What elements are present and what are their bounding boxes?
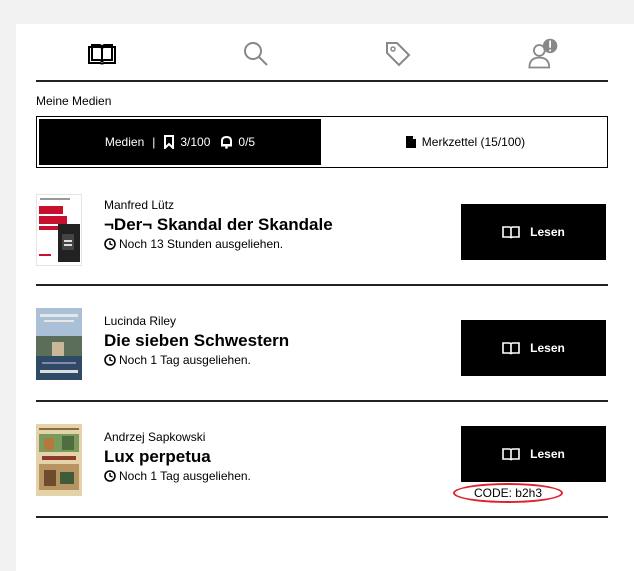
book-cover[interactable] — [36, 194, 82, 266]
document-icon — [405, 136, 416, 148]
loan-status-text: Noch 1 Tag ausgeliehen. — [119, 469, 251, 483]
item-author: Lucinda Riley — [104, 314, 177, 328]
tab-media-label: Medien — [104, 135, 145, 149]
top-navigation — [36, 24, 608, 82]
loan-status: Noch 1 Tag ausgeliehen. — [104, 468, 251, 484]
item-meta: Lucinda Riley Die sieben Schwestern Noch… — [104, 314, 289, 368]
book-cover[interactable] — [36, 424, 82, 496]
access-code-text: CODE: b2h3 — [473, 486, 543, 500]
loan-status-text: Noch 13 Stunden ausgeliehen. — [119, 237, 284, 251]
clock-icon — [104, 470, 116, 482]
book-cover[interactable] — [36, 308, 82, 380]
book-icon — [502, 226, 520, 239]
item-meta: Andrzej Sapkowski Lux perpetua Noch 1 Ta… — [104, 430, 251, 484]
read-button-label: Lesen — [530, 341, 565, 355]
tab-separator: | — [152, 135, 156, 149]
book-icon[interactable] — [84, 36, 120, 72]
loan-count: 3/100 — [180, 135, 211, 149]
media-tabs: Medien | 3/100 0/5 Merkzettel (15/100) — [36, 116, 608, 168]
list-item: Lucinda Riley Die sieben Schwestern Noch… — [36, 286, 608, 402]
tab-merkzettel-label: Merkzettel (15/100) — [421, 135, 526, 149]
loan-status: Noch 1 Tag ausgeliehen. — [104, 352, 289, 368]
read-button[interactable]: Lesen — [461, 320, 606, 376]
read-button-label: Lesen — [530, 447, 565, 461]
tab-media[interactable]: Medien | 3/100 0/5 — [36, 116, 324, 168]
item-title[interactable]: ¬Der¬ Skandal der Skandale — [104, 214, 333, 236]
read-button[interactable]: Lesen — [461, 426, 606, 482]
read-button-label: Lesen — [530, 225, 565, 239]
book-icon — [502, 448, 520, 461]
bookmark-icon — [164, 135, 175, 149]
access-code: CODE: b2h3 — [453, 483, 563, 503]
item-title[interactable]: Lux perpetua — [104, 446, 251, 468]
loan-status: Noch 13 Stunden ausgeliehen. — [104, 236, 333, 252]
bell-icon — [221, 135, 233, 149]
clock-icon — [104, 238, 116, 250]
item-meta: Manfred Lütz ¬Der¬ Skandal der Skandale … — [104, 198, 333, 252]
item-author: Manfred Lütz — [104, 198, 175, 212]
list-item: Manfred Lütz ¬Der¬ Skandal der Skandale … — [36, 170, 608, 286]
tab-merkzettel[interactable]: Merkzettel (15/100) — [323, 117, 607, 167]
item-author: Andrzej Sapkowski — [104, 430, 206, 444]
tag-icon[interactable] — [380, 36, 416, 72]
clock-icon — [104, 354, 116, 366]
item-title[interactable]: Die sieben Schwestern — [104, 330, 289, 352]
read-button[interactable]: Lesen — [461, 204, 606, 260]
book-icon — [502, 342, 520, 355]
section-title: Meine Medien — [36, 94, 112, 108]
reservation-count: 0/5 — [238, 135, 256, 149]
loan-status-text: Noch 1 Tag ausgeliehen. — [119, 353, 251, 367]
account-alert-icon[interactable] — [524, 36, 560, 72]
search-icon[interactable] — [238, 36, 274, 72]
